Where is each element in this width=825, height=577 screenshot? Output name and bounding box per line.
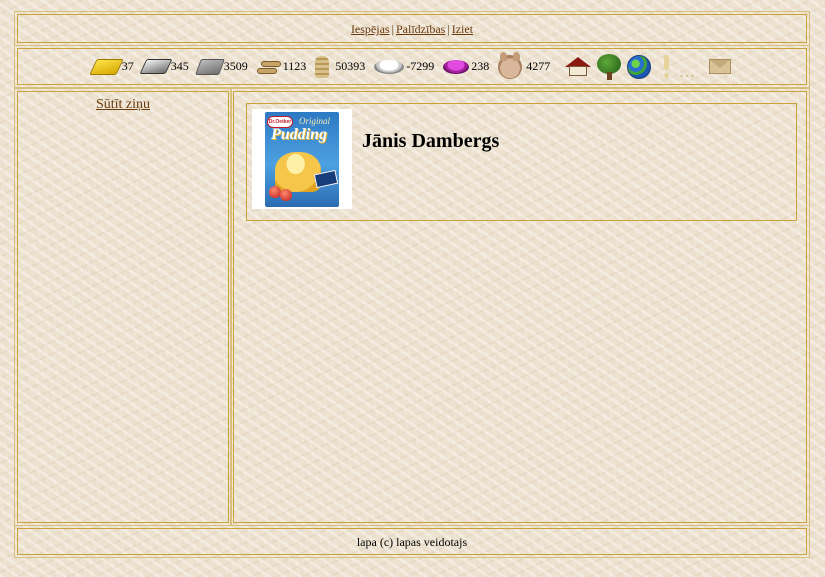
wood-logs-icon — [256, 59, 281, 75]
footer: lapa (c) lapas veidotajs — [14, 525, 810, 558]
exclamation-icon[interactable] — [661, 54, 671, 79]
pig-icon — [498, 51, 523, 79]
top-navigation: Iespējas | Palīdzības | Iziet — [14, 11, 810, 46]
send-message-link[interactable]: Sūtīt ziņu — [96, 97, 150, 112]
help-link[interactable]: Palīdzības — [396, 22, 445, 36]
resource-bar: 37 345 3509 1123 50393 -7299 238 4277 ..… — [14, 45, 810, 88]
mail-icon[interactable] — [709, 59, 732, 74]
resource-pigs: 4277 — [498, 51, 551, 79]
dye-bowl-icon — [443, 59, 470, 74]
resource-value: 50393 — [335, 59, 366, 73]
avatar-product-text: Pudding — [271, 126, 328, 143]
resource-value: 4277 — [526, 59, 551, 73]
resource-value: 238 — [471, 59, 490, 73]
grain-sack-icon — [315, 55, 330, 78]
pudding-package-image: Dr.Oetker Original Pudding — [265, 112, 339, 207]
ellipsis-icon[interactable]: ... — [679, 62, 701, 80]
avatar: Dr.Oetker Original Pudding — [252, 109, 352, 209]
main-content: Dr.Oetker Original Pudding Jānis Damberg… — [230, 88, 810, 526]
resource-stone: 3509 — [194, 58, 248, 75]
profile-card: Dr.Oetker Original Pudding Jānis Damberg… — [246, 103, 797, 221]
resource-milk: -7299 — [374, 59, 434, 74]
milk-bowl-icon — [374, 59, 405, 74]
resource-value: 3509 — [223, 59, 248, 73]
resource-value: 37 — [121, 59, 134, 73]
tree-icon[interactable] — [597, 53, 622, 80]
resource-wood: 1123 — [256, 59, 307, 75]
globe-icon[interactable] — [627, 54, 652, 79]
resource-dye: 238 — [443, 59, 489, 74]
resource-grain: 50393 — [315, 55, 366, 78]
resource-gold: 37 — [88, 58, 134, 75]
resource-value: 1123 — [282, 59, 307, 73]
profile-name: Jānis Dambergs — [362, 130, 500, 152]
resource-value: 345 — [170, 59, 189, 73]
house-icon[interactable] — [565, 56, 592, 77]
footer-text: lapa (c) lapas veidotajs — [356, 535, 468, 549]
resource-iron: 345 — [139, 59, 189, 74]
resource-value: -7299 — [406, 59, 435, 73]
gold-bar-icon — [88, 58, 124, 75]
stone-block-icon — [194, 58, 225, 75]
iron-ingot-icon — [139, 59, 173, 74]
sidebar: Sūtīt ziņu — [14, 88, 232, 526]
logout-link[interactable]: Iziet — [452, 22, 473, 36]
avatar-original-text: Original — [299, 116, 331, 126]
options-link[interactable]: Iespējas — [351, 22, 390, 36]
